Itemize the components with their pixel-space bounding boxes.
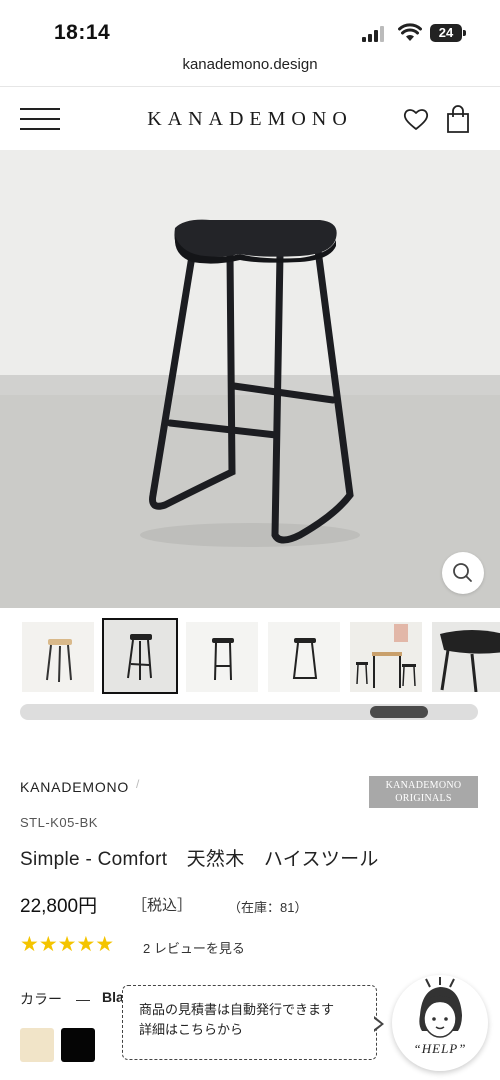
product-main-image[interactable] <box>0 150 500 608</box>
stock-count: （在庫：81） <box>228 900 308 915</box>
color-swatch-natural[interactable] <box>20 1028 54 1062</box>
color-label: カラー — <box>20 991 90 1007</box>
breadcrumb-separator: / <box>136 777 140 791</box>
brand-link[interactable]: KANADEMONO <box>20 779 129 795</box>
reviews-link[interactable]: 2 レビューを見る <box>143 938 245 957</box>
scrollbar-thumb[interactable] <box>370 706 429 718</box>
color-value: Black <box>102 989 122 1005</box>
battery-tip <box>463 30 466 36</box>
originals-badge: KANADEMONO ORIGINALS <box>369 776 478 808</box>
thumbnail-4[interactable] <box>268 622 340 692</box>
thumbnail-5[interactable] <box>350 622 422 692</box>
bubble-tail-inner <box>373 1018 381 1030</box>
hamburger-menu-icon[interactable] <box>20 108 60 130</box>
stool-photo <box>0 150 500 608</box>
cellular-signal-icon <box>362 26 384 42</box>
thumbnail-6[interactable] <box>432 622 500 692</box>
site-logo[interactable]: KANADEMONO <box>140 106 360 132</box>
quote-help-bubble[interactable]: 商品の見積書は自動発行できます 詳細はこちらから <box>122 985 377 1060</box>
thumbnail-3[interactable] <box>186 622 258 692</box>
help-label: “HELP” <box>413 1041 467 1056</box>
thumbnail-2[interactable] <box>102 618 178 694</box>
search-icon <box>453 563 472 582</box>
bubble-line-1: 商品の見積書は自動発行できます <box>139 1002 335 1017</box>
thumbnail-strip <box>0 618 500 696</box>
product-sku: STL-K05-BK <box>20 815 98 830</box>
help-chat-button[interactable]: “HELP” <box>392 975 488 1071</box>
site-header: KANADEMONO <box>0 86 500 150</box>
color-swatch-black[interactable] <box>61 1028 95 1062</box>
thumbnail-1[interactable] <box>22 622 94 692</box>
product-title: Simple - Comfort 天然木 ハイスツール <box>20 849 379 870</box>
rating-stars: ★★★★★ <box>20 933 115 956</box>
status-time: 18:14 <box>54 21 111 44</box>
battery-icon: 24 <box>430 24 462 42</box>
originals-badge-line2: ORIGINALS <box>395 793 452 804</box>
wifi-icon <box>398 23 422 41</box>
originals-badge-line1: KANADEMONO <box>385 780 462 791</box>
bubble-line-2: 詳細はこちらから <box>139 1022 244 1037</box>
product-price: 22,800円 <box>20 896 98 917</box>
shopping-bag-icon[interactable] <box>446 105 470 133</box>
heart-icon[interactable] <box>403 107 429 131</box>
thumbnail-scrollbar[interactable] <box>20 704 478 720</box>
address-bar[interactable]: kanademono.design <box>0 56 500 84</box>
zoom-button[interactable] <box>442 552 484 594</box>
status-bar: 18:14 24 <box>0 0 500 54</box>
tax-label: ［税込］ <box>132 897 193 914</box>
